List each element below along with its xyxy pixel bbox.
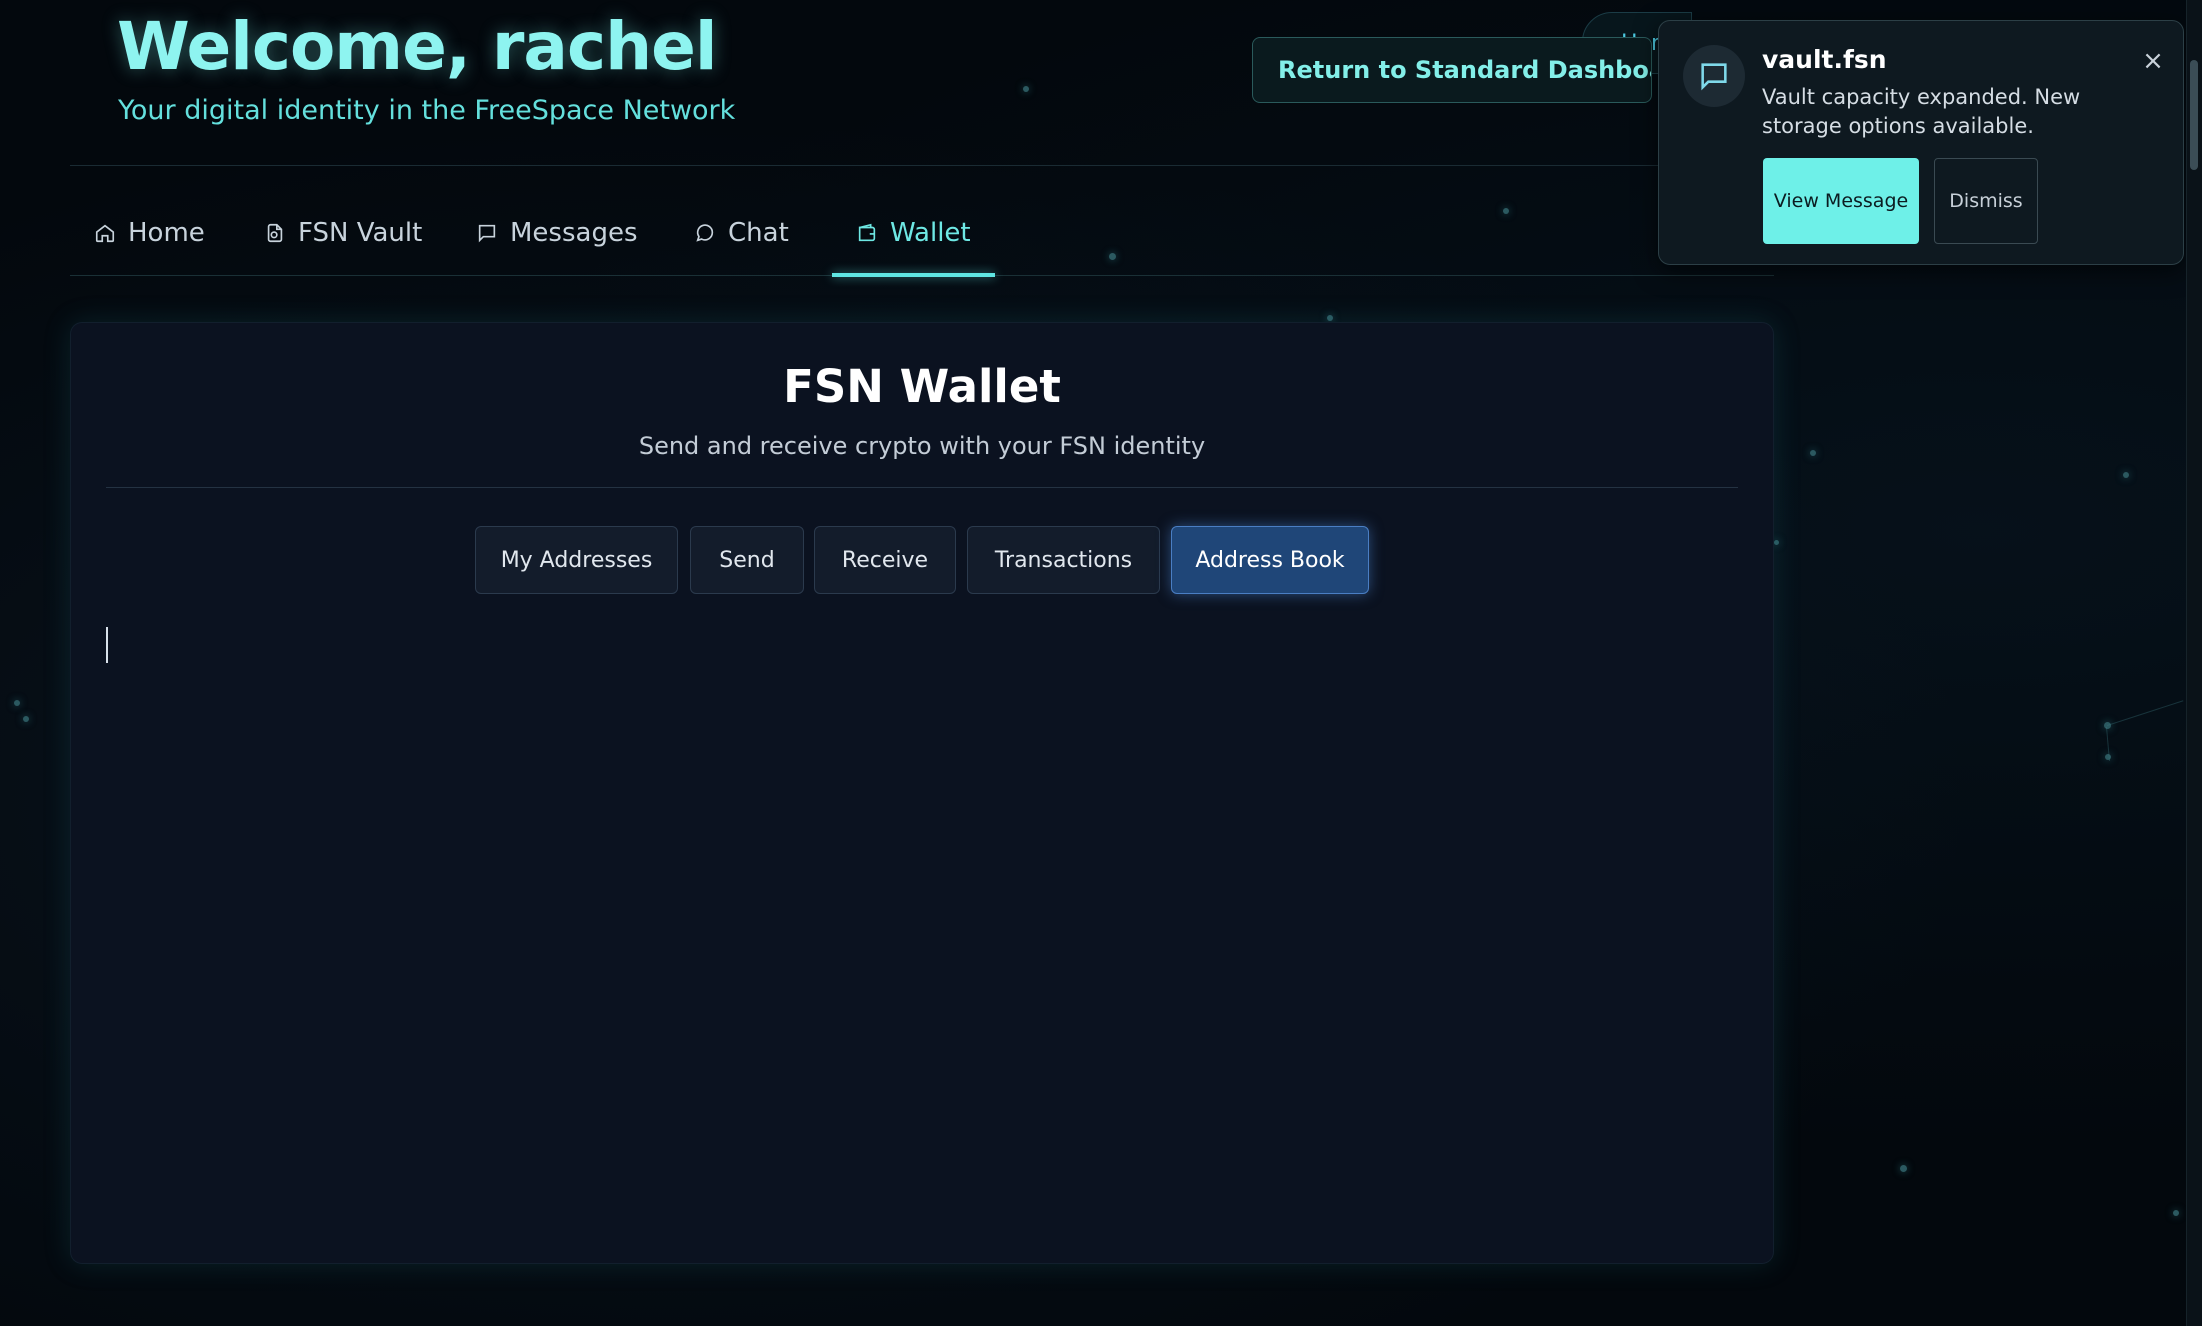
wallet-panel: FSN Wallet Send and receive crypto with …: [70, 322, 1774, 1264]
network-dot: [1774, 540, 1779, 545]
nav-item-home[interactable]: Home: [94, 190, 205, 276]
tab-address-book[interactable]: Address Book: [1171, 526, 1369, 594]
welcome-subtitle: Your digital identity in the FreeSpace N…: [118, 95, 736, 126]
notification-title: vault.fsn: [1762, 45, 1887, 74]
welcome-heading: Welcome, rachel: [117, 8, 717, 85]
text-cursor: [106, 627, 108, 663]
network-dot: [2123, 472, 2129, 478]
nav-item-wallet[interactable]: Wallet: [832, 190, 995, 277]
scrollbar-track[interactable]: [2186, 0, 2202, 1326]
wallet-icon: [858, 223, 876, 242]
nav-item-messages[interactable]: Messages: [476, 190, 638, 276]
wallet-subtitle: Send and receive crypto with your FSN id…: [638, 432, 1206, 460]
network-dot: [1900, 1165, 1907, 1172]
tab-my-addresses[interactable]: My Addresses: [475, 526, 678, 594]
scrollbar-thumb[interactable]: [2190, 60, 2198, 170]
tab-receive[interactable]: Receive: [814, 526, 956, 594]
network-dot: [23, 716, 29, 722]
nav-item-label: Wallet: [890, 218, 971, 248]
network-dot: [14, 700, 20, 706]
network-dot: [1810, 450, 1816, 456]
view-message-button[interactable]: View Message: [1763, 158, 1919, 244]
tab-send[interactable]: Send: [690, 526, 804, 594]
close-icon[interactable]: ×: [2139, 47, 2167, 75]
main-nav: Home FSN Vault Messages Chat Wallet: [70, 190, 1774, 277]
tab-transactions[interactable]: Transactions: [967, 526, 1160, 594]
nav-item-label: Messages: [510, 218, 638, 248]
message-icon: [1701, 63, 1727, 91]
nav-item-label: Chat: [728, 218, 789, 248]
wallet-divider: [106, 487, 1738, 488]
vault-file-icon: [267, 223, 283, 243]
toast-icon-container: [1683, 45, 1745, 107]
network-dot: [2173, 1210, 2179, 1216]
message-square-icon: [478, 224, 496, 243]
nav-item-fsn-vault[interactable]: FSN Vault: [264, 190, 422, 276]
return-dashboard-button[interactable]: Return to Standard Dashboard: [1252, 37, 1652, 103]
network-dot: [1327, 315, 1333, 321]
nav-item-label: Home: [128, 218, 205, 248]
notification-body: Vault capacity expanded. New storage opt…: [1762, 85, 2081, 138]
header-divider: [70, 165, 1774, 166]
nav-item-chat[interactable]: Chat: [694, 190, 789, 276]
network-dot: [1023, 86, 1029, 92]
notification-toast: vault.fsn Vault capacity expanded. New s…: [1658, 20, 2184, 265]
wallet-title: FSN Wallet: [783, 360, 1061, 413]
nav-item-label: FSN Vault: [298, 218, 423, 248]
home-icon: [95, 224, 115, 243]
chat-bubble-icon: [696, 224, 714, 242]
dismiss-button[interactable]: Dismiss: [1934, 158, 2038, 244]
